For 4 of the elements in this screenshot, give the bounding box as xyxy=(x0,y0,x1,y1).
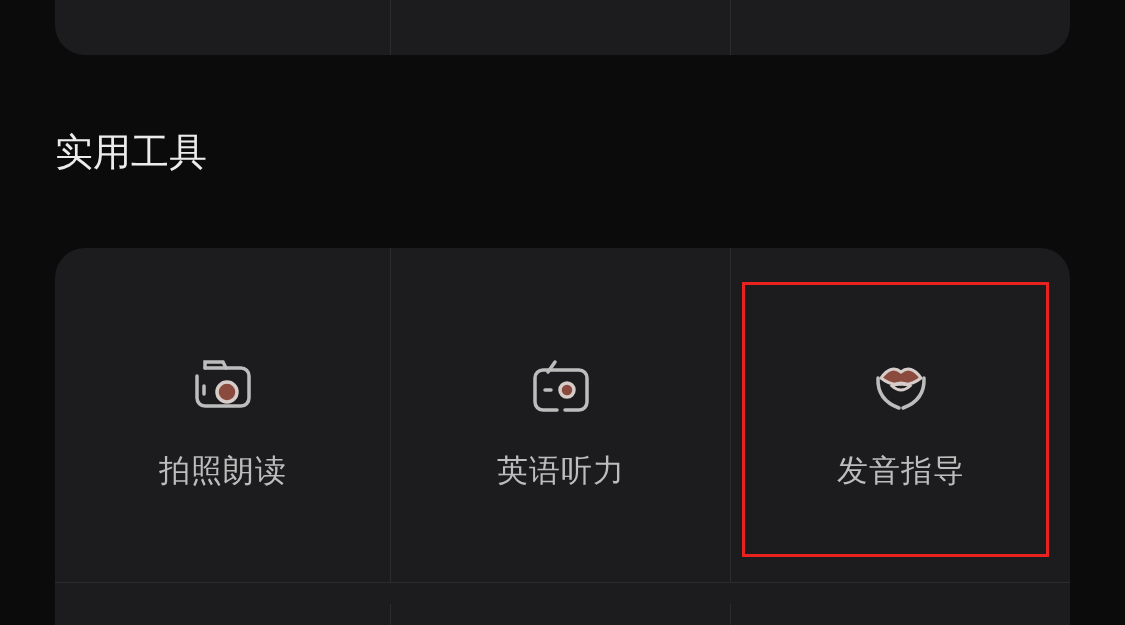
tool-label[interactable]: 英语听力 xyxy=(496,450,625,490)
tool-label[interactable]: 拍照朗读 xyxy=(158,450,287,490)
section-title: 实用工具 xyxy=(55,129,208,176)
tool-label[interactable]: 发音指导 xyxy=(836,450,965,490)
